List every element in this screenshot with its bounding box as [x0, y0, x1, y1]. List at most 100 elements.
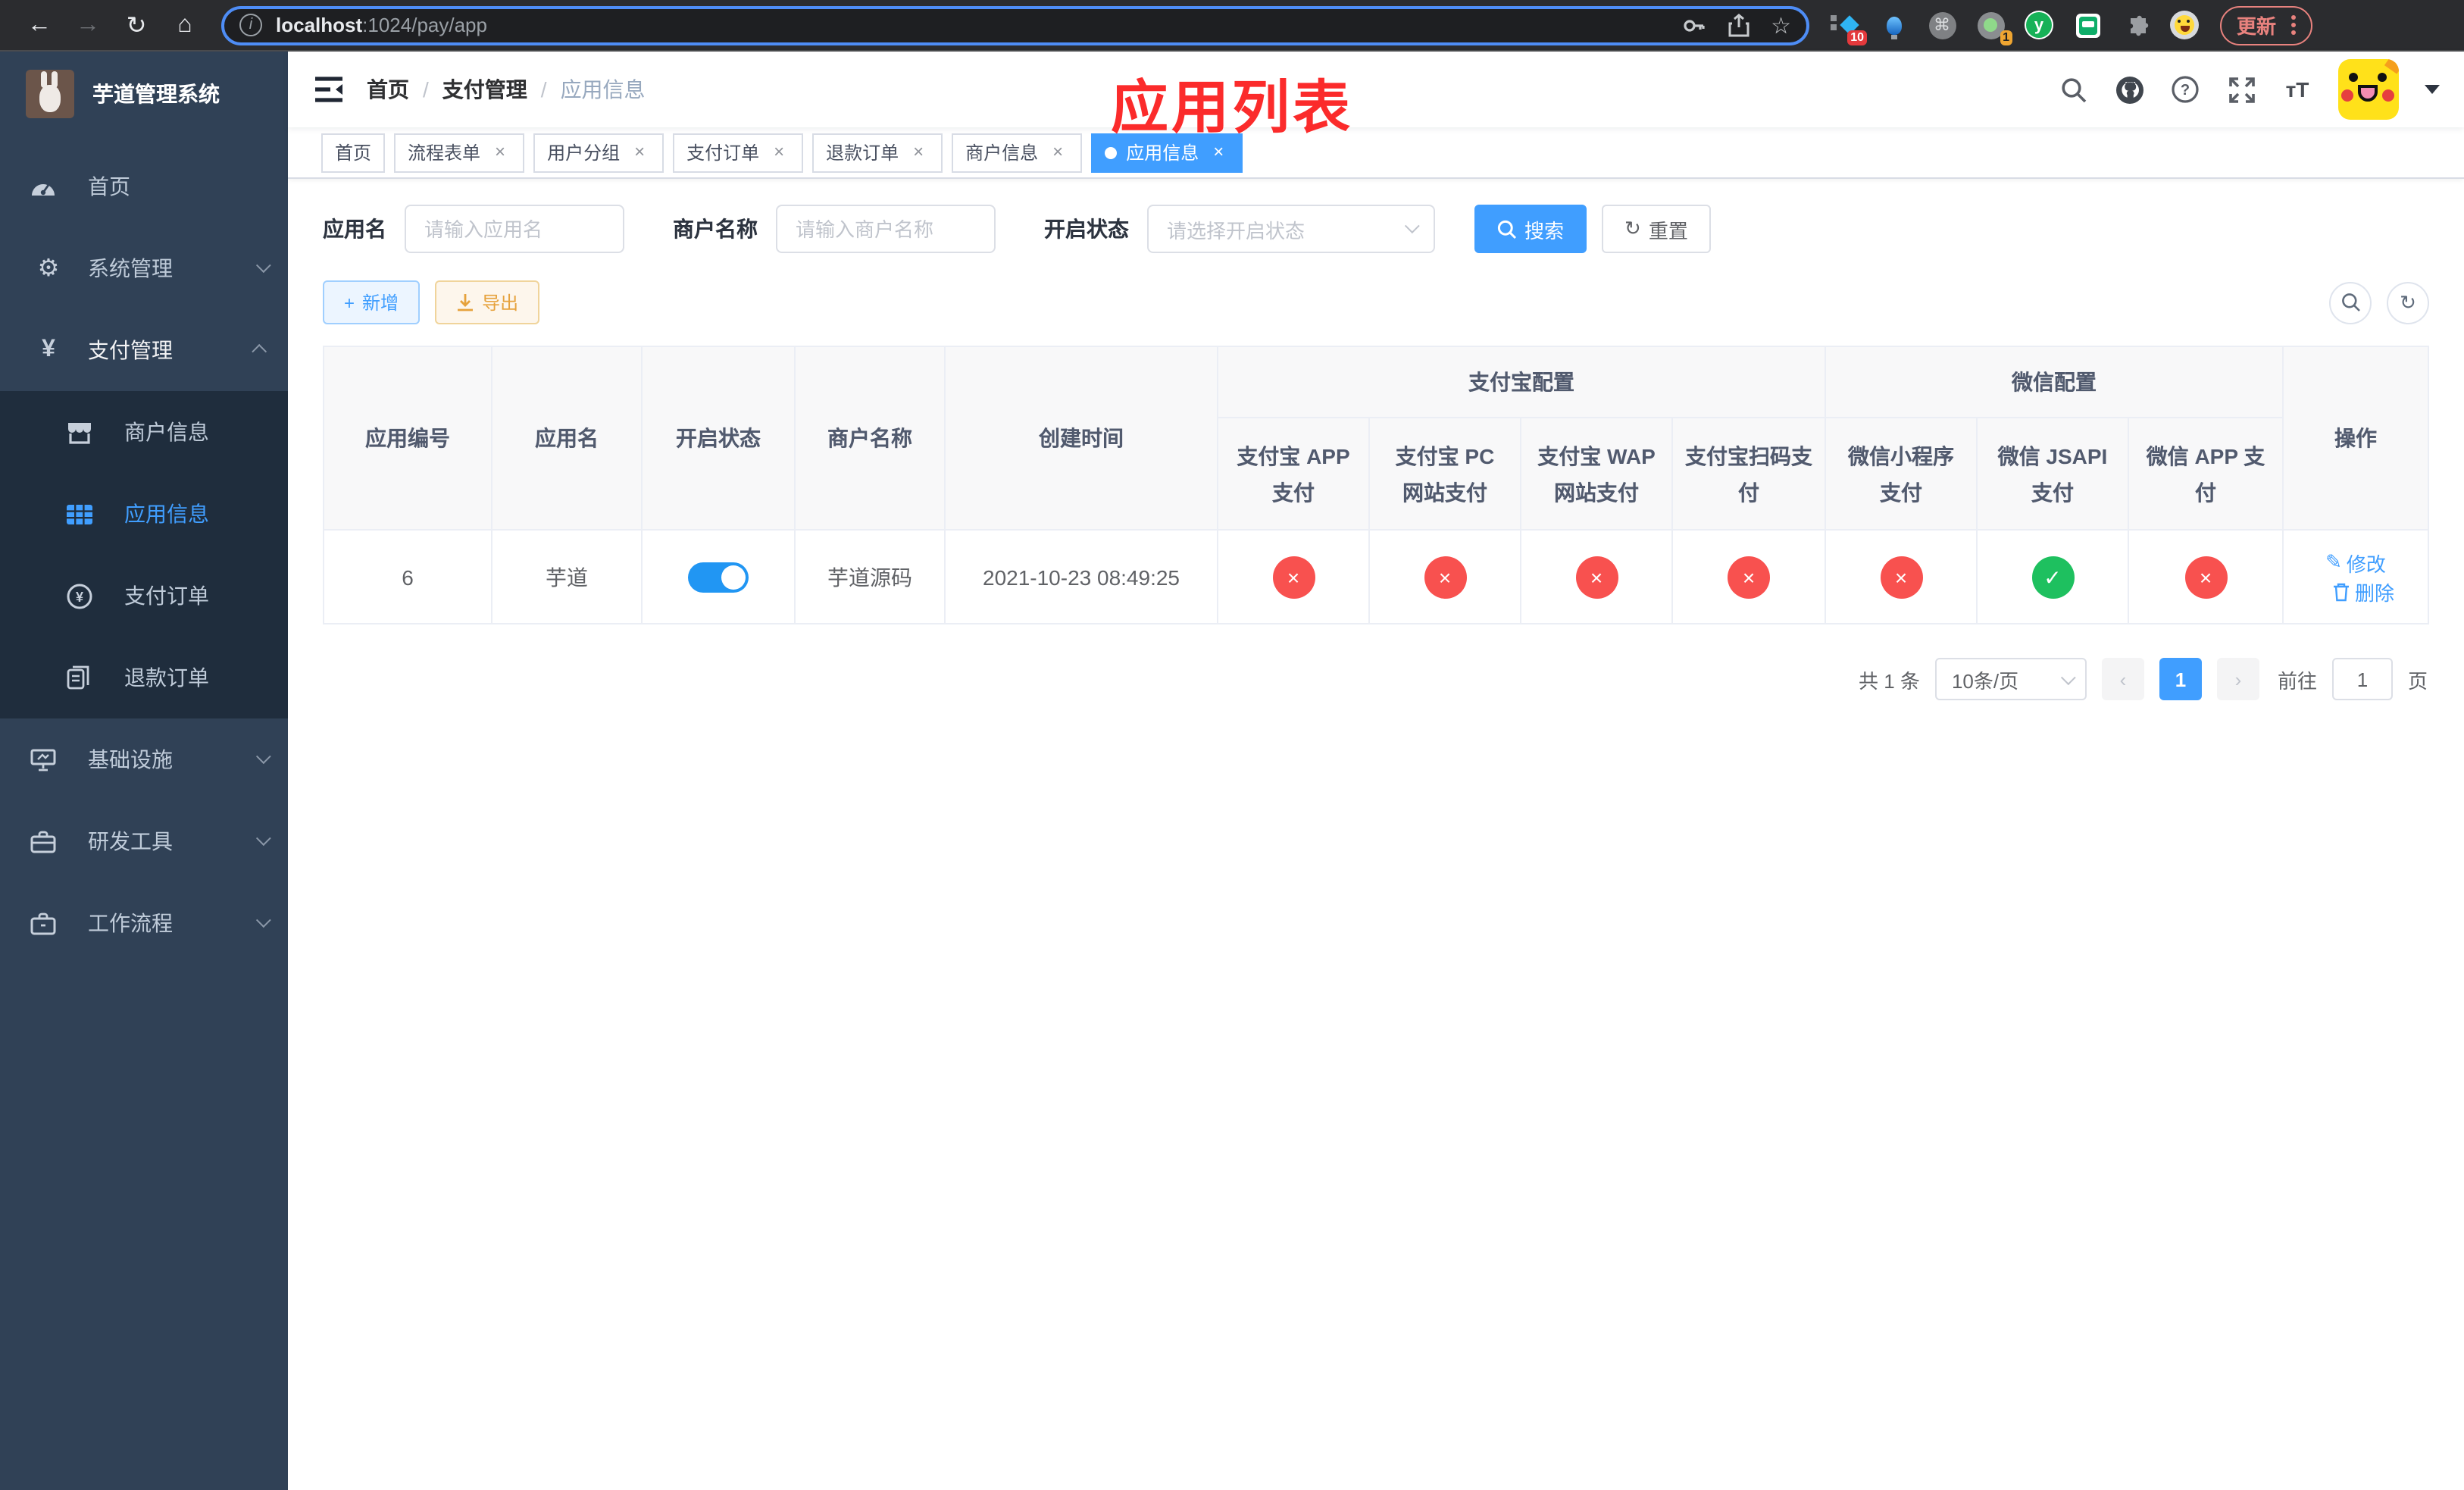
toggle-search-button[interactable] — [2329, 281, 2372, 324]
sidebar-item-label: 研发工具 — [88, 829, 173, 853]
share-icon[interactable] — [1727, 13, 1750, 37]
sidebar-item-infrastructure[interactable]: 基础设施 — [0, 718, 288, 800]
col-alipay-wap: 支付宝 WAP 网站支付 — [1520, 417, 1673, 531]
extension-command-icon[interactable]: ⌘ — [1928, 11, 1956, 39]
help-question-icon[interactable]: ? — [2170, 74, 2200, 105]
extension-y-icon[interactable]: y — [2025, 11, 2053, 39]
page-size-select[interactable]: 10条/页 — [1934, 658, 2087, 700]
briefcase-icon — [30, 912, 67, 934]
avatar-caret-icon[interactable] — [2425, 85, 2440, 94]
bookmark-star-icon[interactable]: ☆ — [1771, 11, 1791, 39]
url-text[interactable]: localhost:1024/pay/app — [276, 14, 1681, 36]
sidebar-item-label: 支付订单 — [124, 584, 209, 608]
font-size-icon[interactable]: ᴛT — [2282, 74, 2312, 105]
tab-process-form[interactable]: 流程表单 × — [394, 133, 525, 172]
extensions-puzzle-icon[interactable] — [2122, 11, 2150, 39]
browser-back-button[interactable]: ← — [21, 7, 58, 43]
extension-recorder-icon[interactable]: 1 — [1976, 11, 2012, 45]
sidebar-item-label: 支付管理 — [88, 338, 173, 362]
tab-home[interactable]: 首页 — [321, 133, 386, 172]
sidebar-item-dev-tools[interactable]: 研发工具 — [0, 800, 288, 882]
browser-home-button[interactable]: ⌂ — [167, 7, 203, 43]
merchant-name-input[interactable] — [776, 205, 996, 253]
sidebar-item-label: 工作流程 — [88, 911, 173, 935]
browser-menu-icon[interactable] — [2291, 15, 2297, 35]
sidebar-item-workflow[interactable]: 工作流程 — [0, 882, 288, 964]
tags-view: 首页 流程表单 × 用户分组 × 支付订单 × 退款订单 × 商户信息 × 应用信息 × — [288, 127, 2464, 179]
tab-pay-orders[interactable]: 支付订单 × — [673, 133, 804, 172]
close-icon[interactable]: × — [489, 141, 511, 163]
extension-balloon-icon[interactable] — [1879, 11, 1908, 39]
extension-chat-icon[interactable] — [2073, 11, 2102, 39]
sidebar-item-pay-orders[interactable]: ¥ 支付订单 — [0, 555, 288, 637]
goto-page-input[interactable] — [2331, 658, 2393, 700]
refresh-icon: ↻ — [1624, 217, 1641, 239]
sidebar-item-home[interactable]: 首页 — [0, 146, 288, 227]
current-page[interactable]: 1 — [2159, 658, 2202, 700]
github-icon[interactable] — [2114, 74, 2144, 105]
fullscreen-icon[interactable] — [2226, 74, 2256, 105]
sidebar-item-app-info[interactable]: 应用信息 — [0, 473, 288, 555]
next-page-button[interactable]: › — [2216, 658, 2259, 700]
tab-merchant-info[interactable]: 商户信息 × — [952, 133, 1083, 172]
refresh-table-button[interactable]: ↻ — [2387, 281, 2429, 324]
sidebar-item-system[interactable]: ⚙ 系统管理 — [0, 227, 288, 309]
sidebar-item-refund-orders[interactable]: 退款订单 — [0, 637, 288, 718]
sidebar-item-payment[interactable]: ¥ 支付管理 — [0, 309, 288, 391]
search-icon[interactable] — [2058, 74, 2088, 105]
enabled-switch[interactable] — [688, 562, 749, 592]
close-icon[interactable]: × — [1208, 141, 1229, 163]
cell-app-name: 芋道 — [491, 529, 643, 624]
screen: ← → ↻ ⌂ i localhost:1024/pay/app ☆ 10 ⌘ … — [0, 0, 2464, 1490]
browser-update-button[interactable]: 更新 — [2220, 5, 2313, 45]
browser-forward-button[interactable]: → — [70, 7, 106, 43]
site-info-icon[interactable]: i — [239, 14, 262, 36]
sidebar-fold-icon[interactable] — [312, 73, 346, 106]
add-button[interactable]: + 新增 — [323, 280, 421, 324]
reset-button[interactable]: ↻ 重置 — [1602, 205, 1711, 253]
sidebar-item-label: 应用信息 — [124, 502, 209, 526]
sidebar-item-label: 基础设施 — [88, 747, 173, 772]
logo-image — [26, 70, 74, 118]
prev-page-button[interactable]: ‹ — [2101, 658, 2144, 700]
close-icon[interactable]: × — [629, 141, 650, 163]
svg-text:?: ? — [2181, 82, 2190, 99]
yen-icon: ¥ — [42, 337, 55, 362]
dashboard-icon — [30, 175, 67, 198]
tab-label: 退款订单 — [826, 142, 899, 164]
browser-reload-button[interactable]: ↻ — [118, 7, 155, 43]
close-icon[interactable]: × — [908, 141, 929, 163]
close-icon[interactable]: × — [1047, 141, 1068, 163]
edit-link[interactable]: ✎ 修改 — [2325, 548, 2386, 577]
app-name-input[interactable] — [405, 205, 624, 253]
edit-pen-icon: ✎ — [2325, 550, 2342, 573]
alipay-app-status-icon: × — [1272, 556, 1315, 598]
status-select[interactable]: 请选择开启状态 — [1147, 205, 1435, 253]
export-button[interactable]: 导出 — [435, 280, 540, 324]
tab-user-group[interactable]: 用户分组 × — [533, 133, 664, 172]
col-alipay-qr: 支付宝扫码支付 — [1671, 417, 1826, 531]
search-button[interactable]: 搜索 — [1474, 205, 1587, 253]
extension-sketch-icon[interactable]: 10 — [1831, 11, 1867, 45]
cell-merchant: 芋道源码 — [794, 529, 946, 624]
sidebar-item-merchant-info[interactable]: 商户信息 — [0, 391, 288, 473]
document-icon — [67, 665, 103, 690]
delete-link[interactable]: 删除 — [2332, 577, 2394, 606]
close-icon[interactable]: × — [768, 141, 790, 163]
password-key-icon[interactable] — [1681, 13, 1706, 37]
gear-icon: ⚙ — [37, 256, 60, 282]
yen-circle-icon: ¥ — [67, 583, 103, 609]
cell-created: 2021-10-23 08:49:25 — [944, 529, 1218, 624]
user-avatar[interactable] — [2338, 59, 2399, 120]
search-icon — [1497, 219, 1517, 239]
address-bar[interactable]: i localhost:1024/pay/app ☆ — [221, 5, 1809, 45]
chevron-down-icon — [255, 257, 271, 273]
tab-refund-orders[interactable]: 退款订单 × — [812, 133, 943, 172]
chevron-down-icon — [1404, 218, 1420, 234]
sidebar-logo[interactable]: 芋道管理系统 — [0, 52, 288, 136]
breadcrumb-payment[interactable]: 支付管理 — [442, 74, 527, 105]
wechat-app-status-icon: × — [2184, 556, 2227, 598]
breadcrumb-home[interactable]: 首页 — [367, 74, 409, 105]
browser-profile-avatar[interactable] — [2170, 11, 2199, 39]
monitor-icon — [30, 748, 67, 771]
